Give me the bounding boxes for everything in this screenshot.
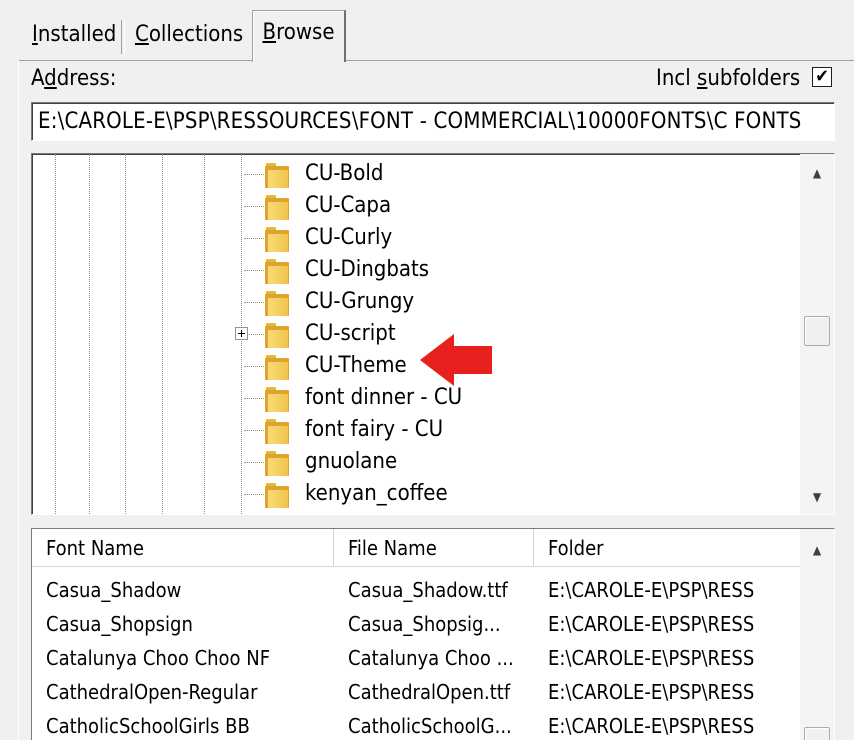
tree-node-label: CU-Grungy <box>305 289 415 314</box>
tree-node-label: CU-Curly <box>305 225 393 250</box>
cell-file-name: Catalunya Choo ... <box>348 646 514 670</box>
folder-icon <box>265 450 291 476</box>
folder-icon <box>265 386 291 412</box>
folder-icon <box>265 482 291 508</box>
tree-node-label: CU-Theme <box>305 353 407 378</box>
table-row[interactable]: Casua_Shadow Casua_Shadow.ttf E:\CAROLE-E\… <box>32 573 802 607</box>
list-scrollbar[interactable]: ▲ <box>800 529 834 740</box>
address-field[interactable]: E:\CAROLE-E\PSP\RESSOURCES\FONT - COMMER… <box>31 102 835 141</box>
cell-folder: E:\CAROLE-E\PSP\RESS <box>548 612 755 636</box>
table-row[interactable]: Catalunya Choo Choo NF Catalunya Choo ...… <box>32 641 802 675</box>
cell-file-name: Casua_Shopsig... <box>348 612 501 636</box>
table-row[interactable]: Casua_Shopsign Casua_Shopsig... E:\CAROLE-… <box>32 607 802 641</box>
address-label-post: dress: <box>56 66 117 91</box>
list-scroll-up-arrow-icon[interactable]: ▲ <box>800 533 834 567</box>
tab-separator <box>121 20 125 54</box>
cell-font-name: Catalunya Choo Choo NF <box>46 646 271 670</box>
tab-installed-label: nstalled <box>37 22 117 47</box>
folder-icon <box>265 258 291 284</box>
scroll-up-arrow-icon[interactable]: ▲ <box>800 156 834 190</box>
subfolders-label-post: ubfolders <box>707 66 801 91</box>
tree-node-label: gnuolane <box>305 449 398 474</box>
checkmark-icon: ✔ <box>815 66 829 87</box>
tab-browse-accelerator: B <box>262 20 277 45</box>
tree-scrollbar[interactable]: ▲ ▼ <box>800 154 834 514</box>
tree-node[interactable]: CU-Dingbats <box>32 254 792 286</box>
cell-folder: E:\CAROLE-E\PSP\RESS <box>548 680 755 704</box>
font-list[interactable]: Font Name File Name Folder Casua_Shadow C… <box>31 528 835 740</box>
tree-node-label: CU-Capa <box>305 193 392 218</box>
column-header-font-name[interactable]: Font Name <box>32 529 334 567</box>
tree-node[interactable]: CU-Capa <box>32 190 792 222</box>
tab-browse[interactable]: Browse <box>252 10 346 62</box>
tab-collections-accelerator: C <box>135 22 149 47</box>
tree-node-label: kenyan_coffee <box>305 481 448 506</box>
address-label-accelerator: d <box>44 66 57 91</box>
tree-node-label: CU-script <box>305 321 396 346</box>
scrollbar-thumb[interactable] <box>804 316 830 346</box>
tab-installed[interactable]: Installed <box>28 17 120 60</box>
subfolders-label-accelerator: s <box>697 66 708 91</box>
cell-font-name: Casua_Shadow <box>46 578 182 602</box>
tree-node[interactable]: kenyan_coffee <box>32 478 792 510</box>
tree-node[interactable]: CU-Curly <box>32 222 792 254</box>
include-subfolders-checkbox[interactable]: ✔ <box>812 67 832 87</box>
folder-icon <box>265 226 291 252</box>
tree-node[interactable]: gnuolane <box>32 446 792 478</box>
tab-collections[interactable]: Collections <box>131 17 247 60</box>
tree-node[interactable]: CU-script <box>32 318 792 350</box>
folder-icon <box>265 354 291 380</box>
cell-file-name: CatholicSchoolG... <box>348 714 512 738</box>
red-arrow-shape <box>420 334 492 386</box>
cell-font-name: CatholicSchoolGirls BB <box>46 714 250 738</box>
cell-file-name: Casua_Shadow.ttf <box>348 578 508 602</box>
expand-plus-icon[interactable] <box>235 327 248 340</box>
scroll-down-arrow-icon[interactable]: ▼ <box>800 480 834 514</box>
column-header-folder[interactable]: Folder <box>534 529 802 567</box>
tree-node-label: CU-Dingbats <box>305 257 430 282</box>
address-label-pre: A <box>31 66 45 91</box>
include-subfolders-label: Incl subfolders <box>656 66 800 91</box>
tree-node[interactable]: font dinner - CU <box>32 382 792 414</box>
tab-browse-label: rowse <box>276 20 335 45</box>
cell-folder: E:\CAROLE-E\PSP\RESS <box>548 714 755 738</box>
table-row[interactable]: CatholicSchoolGirls BB CatholicSchoolG...… <box>32 709 802 740</box>
folder-icon <box>265 162 291 188</box>
address-label: Address: <box>31 66 116 91</box>
folder-icon <box>265 290 291 316</box>
red-arrow-annotation <box>420 334 492 386</box>
tree-node[interactable]: font fairy - CU <box>32 414 792 446</box>
table-row[interactable]: CathedralOpen-Regular CathedralOpen.ttf E:… <box>32 675 802 709</box>
cell-font-name: Casua_Shopsign <box>46 612 193 636</box>
tree-node[interactable]: CU-Grungy <box>32 286 792 318</box>
panel-border <box>18 60 19 740</box>
tab-strip-line <box>18 60 854 61</box>
column-header-file-name[interactable]: File Name <box>334 529 534 567</box>
tree-node[interactable]: CU-Theme <box>32 350 792 382</box>
tree-node-label: font fairy - CU <box>305 417 444 442</box>
tree-node-label: font dinner - CU <box>305 385 463 410</box>
folder-icon <box>265 322 291 348</box>
cell-font-name: CathedralOpen-Regular <box>46 680 258 704</box>
cell-folder: E:\CAROLE-E\PSP\RESS <box>548 646 755 670</box>
cell-folder: E:\CAROLE-E\PSP\RESS <box>548 578 755 602</box>
tree-node[interactable]: CU-Bold <box>32 158 792 190</box>
tab-collections-label: ollections <box>148 22 244 47</box>
cell-file-name: CathedralOpen.ttf <box>348 680 511 704</box>
list-scrollbar-thumb[interactable] <box>804 727 830 740</box>
folder-icon <box>265 194 291 220</box>
subfolders-label-pre: Incl <box>656 66 698 91</box>
tree-node-label: CU-Bold <box>305 161 384 186</box>
folder-icon <box>265 418 291 444</box>
